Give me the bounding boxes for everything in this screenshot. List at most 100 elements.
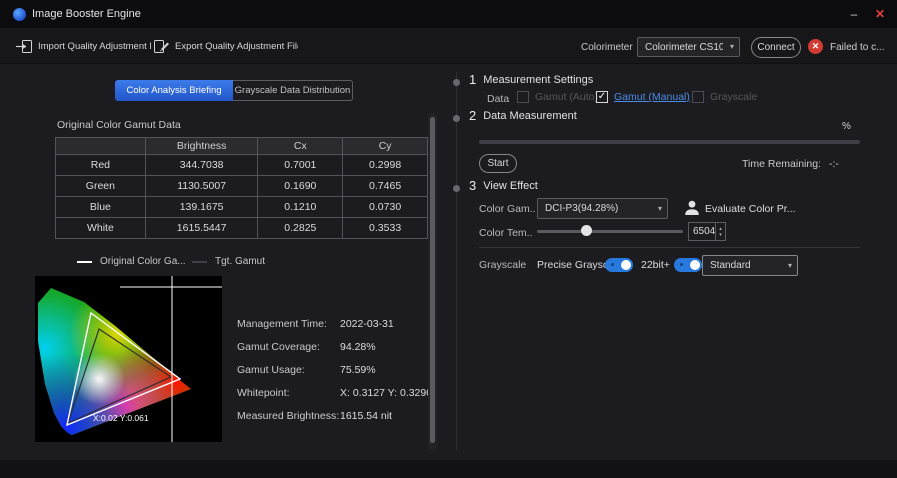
legend-line-target: [192, 261, 207, 263]
bit-depth-label: 22bit+: [641, 259, 670, 271]
data-label: Data: [487, 93, 509, 105]
table-cell: 0.0730: [343, 197, 428, 218]
steps-connector-line: [456, 72, 457, 450]
titlebar: Image Booster Engine – ✕: [0, 0, 897, 28]
evaluate-color-button[interactable]: Evaluate Color Pr...: [705, 203, 795, 215]
table-header-cell: Brightness: [146, 138, 259, 155]
slider-knob[interactable]: [581, 225, 592, 236]
step-bullet-icon: [453, 115, 460, 122]
start-button[interactable]: Start: [479, 154, 517, 173]
time-remaining-value: -:-: [829, 158, 839, 170]
table-cell: 1615.5447: [146, 218, 259, 239]
legend-original-gamut: Original Color Ga...: [77, 256, 186, 267]
grayscale-mode-value: Standard: [710, 260, 751, 271]
table-cell: 0.3533: [343, 218, 428, 239]
step-bullet-icon: [453, 79, 460, 86]
table-cell: Green: [56, 176, 146, 197]
table-row: White 1615.5447 0.2825 0.3533: [56, 218, 428, 239]
color-temp-input[interactable]: [689, 223, 715, 240]
table-cell: 0.1690: [258, 176, 343, 197]
export-quality-file-button[interactable]: Export Quality Adjustment File: [153, 36, 298, 56]
import-button-label: Import Quality Adjustment File: [38, 41, 151, 52]
number-spinner[interactable]: ▴ ▾: [715, 223, 725, 240]
colorimeter-select-value: Colorimeter CS100A: [645, 42, 723, 53]
chevron-down-icon: ▾: [658, 204, 662, 213]
grayscale-mode-select[interactable]: Standard ▾: [702, 255, 798, 276]
vertical-scrollbar[interactable]: [428, 113, 437, 450]
table-row: Blue 139.1675 0.1210 0.0730: [56, 197, 428, 218]
bit-depth-toggle[interactable]: [674, 258, 702, 272]
checkbox-gamut-auto[interactable]: Gamut (Auto): [517, 91, 598, 103]
percent-label: %: [842, 121, 851, 132]
connect-button[interactable]: Connect: [751, 37, 801, 58]
checkbox-icon: [692, 91, 704, 103]
precise-grayscale-toggle[interactable]: [605, 258, 633, 272]
table-row: Green 1130.5007 0.1690 0.7465: [56, 176, 428, 197]
export-button-label: Export Quality Adjustment File: [175, 41, 298, 52]
toggle-on-dot: [680, 263, 683, 266]
toolbar: Import Quality Adjustment File Export Qu…: [0, 28, 897, 64]
info-row-gamut-usage: Gamut Usage: 75.59%: [237, 364, 376, 376]
step-3-header: 3 View Effect: [469, 178, 538, 193]
minimize-button[interactable]: –: [843, 3, 865, 25]
tab-color-analysis-briefing[interactable]: Color Analysis Briefing: [115, 80, 233, 101]
info-row-whitepoint: Whitepoint: X: 0.3127 Y: 0.3290: [237, 387, 432, 399]
error-status-icon: ✕: [808, 39, 823, 54]
table-cell: 0.7465: [343, 176, 428, 197]
time-remaining-label: Time Remaining:: [742, 158, 821, 170]
info-row-gamut-coverage: Gamut Coverage: 94.28%: [237, 341, 376, 353]
table-header-cell: [56, 138, 146, 155]
checkbox-gamut-manual[interactable]: ✓ Gamut (Manual): [596, 91, 690, 103]
gamut-table: Brightness Cx Cy Red 344.7038 0.7001 0.2…: [55, 137, 428, 239]
checkbox-checked-icon: ✓: [596, 91, 608, 103]
close-button[interactable]: ✕: [869, 3, 891, 25]
cie-chromaticity-diagram: X:0.02 Y:0.061: [35, 276, 222, 442]
import-icon: [16, 39, 33, 54]
slider-track[interactable]: [537, 230, 683, 233]
table-cell: 0.2825: [258, 218, 343, 239]
app-window: Image Booster Engine – ✕ Import Quality …: [0, 0, 897, 478]
toggle-on-dot: [611, 263, 614, 266]
step-bullet-icon: [453, 185, 460, 192]
import-quality-file-button[interactable]: Import Quality Adjustment File: [16, 36, 151, 56]
color-gamut-select[interactable]: DCI-P3(94.28%) ▾: [537, 198, 668, 219]
table-cell: 0.1210: [258, 197, 343, 218]
legend-label: Original Color Ga...: [100, 256, 186, 267]
connection-status-text: Failed to c...: [830, 42, 884, 53]
toggle-knob: [690, 260, 700, 270]
left-tabs: Color Analysis Briefing Grayscale Data D…: [115, 80, 353, 101]
color-temp-slider[interactable]: [537, 224, 683, 238]
table-cell: 1130.5007: [146, 176, 259, 197]
scrollbar-thumb[interactable]: [430, 117, 435, 443]
export-icon: [153, 39, 170, 54]
bottom-bar: [0, 460, 897, 478]
info-row-measured-brightness: Measured Brightness: 1615.54 nit: [237, 410, 392, 422]
color-temp-input-wrap: ▴ ▾: [688, 222, 726, 241]
section-divider: [479, 247, 860, 248]
table-header-row: Brightness Cx Cy: [56, 138, 428, 155]
color-temp-label: Color Tem..: [479, 227, 533, 239]
info-row-management-time: Management Time: 2022-03-31: [237, 318, 394, 330]
table-cell: Red: [56, 155, 146, 176]
measurement-progress-bar: [479, 140, 860, 144]
table-cell: 344.7038: [146, 155, 259, 176]
app-logo-icon: [13, 8, 26, 21]
grayscale-label: Grayscale: [479, 259, 526, 271]
checkbox-grayscale[interactable]: Grayscale: [692, 91, 757, 103]
window-title: Image Booster Engine: [32, 8, 141, 20]
person-icon: [682, 198, 702, 218]
diagram-coordinates-label: X:0.02 Y:0.061: [93, 413, 149, 423]
section-title: Original Color Gamut Data: [57, 119, 181, 131]
step-1-header: 1 Measurement Settings: [469, 72, 593, 87]
checkbox-icon: [517, 91, 529, 103]
colorimeter-select[interactable]: Colorimeter CS100A ▾: [637, 37, 740, 57]
table-cell: 0.2998: [343, 155, 428, 176]
color-gamut-label: Color Gam..: [479, 203, 536, 215]
table-header-cell: Cx: [258, 138, 343, 155]
spinner-down-icon[interactable]: ▾: [719, 232, 722, 238]
chevron-down-icon: ▾: [730, 42, 734, 51]
tab-grayscale-data-distribution[interactable]: Grayscale Data Distribution: [233, 80, 353, 101]
table-cell: 0.7001: [258, 155, 343, 176]
chevron-down-icon: ▾: [788, 261, 792, 270]
legend-line-original: [77, 261, 92, 263]
